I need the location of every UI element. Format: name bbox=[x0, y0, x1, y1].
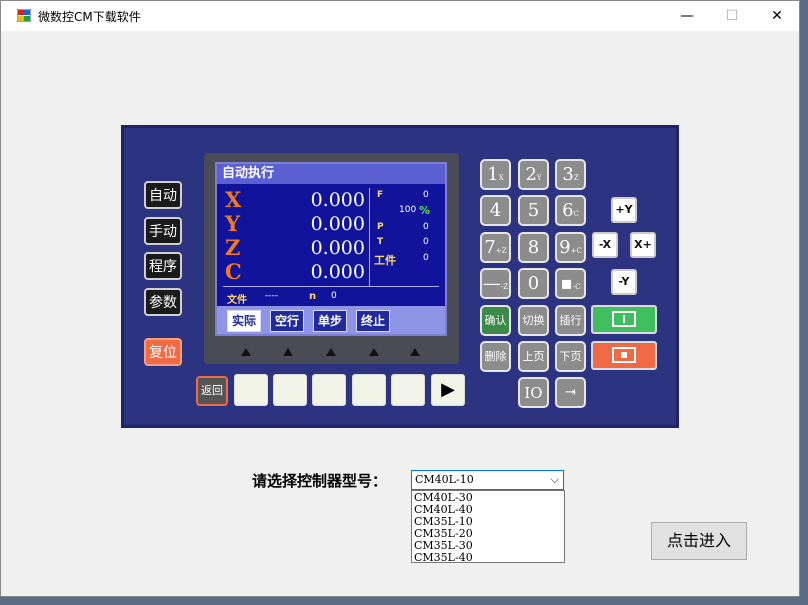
t-value: 0 bbox=[423, 237, 429, 247]
divider bbox=[223, 286, 439, 287]
io-key: IO bbox=[518, 377, 549, 408]
n-value: 0 bbox=[331, 291, 337, 301]
reset-key: 复位 bbox=[144, 338, 182, 366]
key-9: 9+C bbox=[555, 232, 586, 263]
maximize-button[interactable]: ☐ bbox=[709, 1, 755, 31]
key-1: 1X bbox=[480, 159, 511, 190]
lcd-frame: 自动执行 X 0.000 Y 0.000 Z 0.000 C 0.000 F 0… bbox=[204, 153, 459, 364]
workpiece-label: 工件 bbox=[374, 254, 396, 267]
key-5: 5 bbox=[518, 195, 549, 226]
window-title: 微数控CM下载软件 bbox=[38, 10, 141, 24]
softkey-actual: 实际 bbox=[227, 310, 262, 332]
start-key bbox=[591, 305, 657, 334]
key-minus: —-Z bbox=[480, 268, 511, 299]
axis-value: 0.000 bbox=[310, 213, 365, 235]
screen-title: 自动执行 bbox=[217, 164, 445, 184]
divider bbox=[369, 188, 370, 286]
tab-key-icon: ⇥ bbox=[555, 377, 586, 408]
override-value: 100 bbox=[399, 205, 417, 215]
program-key: 程序 bbox=[144, 252, 182, 280]
model-option[interactable]: CM35L-40 bbox=[414, 552, 564, 564]
function-key bbox=[273, 374, 307, 406]
enter-button[interactable]: 点击进入 bbox=[651, 522, 747, 560]
file-label: 文件 bbox=[227, 295, 247, 306]
app-icon bbox=[17, 9, 31, 22]
softkey-single-step: 单步 bbox=[313, 310, 348, 332]
page-down-key: 下页 bbox=[555, 341, 586, 372]
key-3: 3Z bbox=[555, 159, 586, 190]
axis-label: Y bbox=[225, 211, 240, 236]
model-prompt-label: 请选择控制器型号： bbox=[252, 472, 388, 490]
key-2: 2Y bbox=[518, 159, 549, 190]
axis-value: 0.000 bbox=[310, 261, 365, 283]
axis-value: 0.000 bbox=[310, 189, 365, 211]
manual-key: 手动 bbox=[144, 217, 182, 245]
jog-minus-y-icon: -Y bbox=[611, 269, 637, 295]
chevron-down-icon[interactable]: ⌵ bbox=[551, 471, 559, 489]
lcd-screen: 自动执行 X 0.000 Y 0.000 Z 0.000 C 0.000 F 0… bbox=[215, 162, 447, 336]
key-dot: ▪-C bbox=[555, 268, 586, 299]
softkey-indicator-icon bbox=[283, 348, 293, 356]
override-label: % bbox=[419, 204, 431, 217]
key-6: 6C bbox=[555, 195, 586, 226]
softkey-stop: 终止 bbox=[356, 310, 391, 332]
axis-label: Z bbox=[225, 235, 241, 260]
softkey-dry-run: 空行 bbox=[270, 310, 305, 332]
confirm-key: 确认 bbox=[480, 305, 511, 336]
close-button[interactable]: ✕ bbox=[754, 1, 800, 31]
softkey-indicator-icon bbox=[241, 348, 251, 356]
axis-row-c: C 0.000 bbox=[225, 259, 365, 284]
axis-label: X bbox=[225, 187, 242, 212]
jog-minus-x-icon: -X bbox=[592, 232, 618, 258]
insert-line-key: 插行 bbox=[555, 305, 586, 336]
key-8: 8 bbox=[518, 232, 549, 263]
jog-plus-y-icon: +Y bbox=[611, 197, 637, 223]
axis-value: 0.000 bbox=[310, 237, 365, 259]
t-label: T bbox=[377, 237, 384, 247]
softkey-indicator-icon bbox=[326, 348, 336, 356]
function-key bbox=[234, 374, 268, 406]
stop-icon bbox=[612, 347, 636, 363]
feed-value: 0 bbox=[423, 190, 429, 200]
feed-label: F bbox=[377, 190, 384, 200]
client-area: 自动 手动 程序 参数 复位 自动执行 X 0.000 Y 0.000 Z 0.… bbox=[1, 31, 799, 597]
axis-row-z: Z 0.000 bbox=[225, 235, 365, 260]
key-0: 0 bbox=[518, 268, 549, 299]
p-label: P bbox=[377, 222, 384, 232]
softkey-indicator-icon bbox=[410, 348, 420, 356]
switch-key: 切换 bbox=[518, 305, 549, 336]
app-window: 微数控CM下载软件 — ☐ ✕ 自动 手动 程序 参数 复位 自动执行 X 0.… bbox=[0, 0, 800, 597]
model-select-value: CM40L-10 bbox=[415, 473, 474, 486]
controller-image: 自动 手动 程序 参数 复位 自动执行 X 0.000 Y 0.000 Z 0.… bbox=[121, 125, 679, 428]
page-up-key: 上页 bbox=[518, 341, 549, 372]
play-icon: ▶ bbox=[431, 374, 465, 406]
jog-plus-x-icon: X+ bbox=[630, 232, 656, 258]
function-key bbox=[391, 374, 425, 406]
n-label: n bbox=[309, 291, 317, 302]
stop-key bbox=[591, 341, 657, 370]
file-value: ---- bbox=[265, 291, 278, 301]
model-select[interactable]: CM40L-10 ⌵ bbox=[411, 470, 564, 490]
auto-key: 自动 bbox=[144, 181, 182, 209]
function-key bbox=[312, 374, 346, 406]
axis-row-y: Y 0.000 bbox=[225, 211, 365, 236]
minimize-button[interactable]: — bbox=[664, 1, 710, 31]
model-dropdown-list[interactable]: CM40L-30 CM40L-40 CM35L-10 CM35L-20 CM35… bbox=[411, 490, 565, 564]
axis-label: C bbox=[225, 259, 242, 284]
key-4: 4 bbox=[480, 195, 511, 226]
title-bar[interactable]: 微数控CM下载软件 — ☐ ✕ bbox=[1, 1, 799, 31]
softkey-bar: 实际 空行 单步 终止 bbox=[217, 306, 445, 334]
softkey-indicator-icon bbox=[369, 348, 379, 356]
key-7: 7+Z bbox=[480, 232, 511, 263]
back-key: 返回 bbox=[196, 376, 228, 406]
params-key: 参数 bbox=[144, 288, 182, 316]
axis-row-x: X 0.000 bbox=[225, 187, 365, 212]
function-key bbox=[352, 374, 386, 406]
p-value: 0 bbox=[423, 222, 429, 232]
delete-key: 删除 bbox=[480, 341, 511, 372]
workpiece-value: 0 bbox=[423, 253, 429, 263]
start-icon bbox=[612, 311, 636, 327]
